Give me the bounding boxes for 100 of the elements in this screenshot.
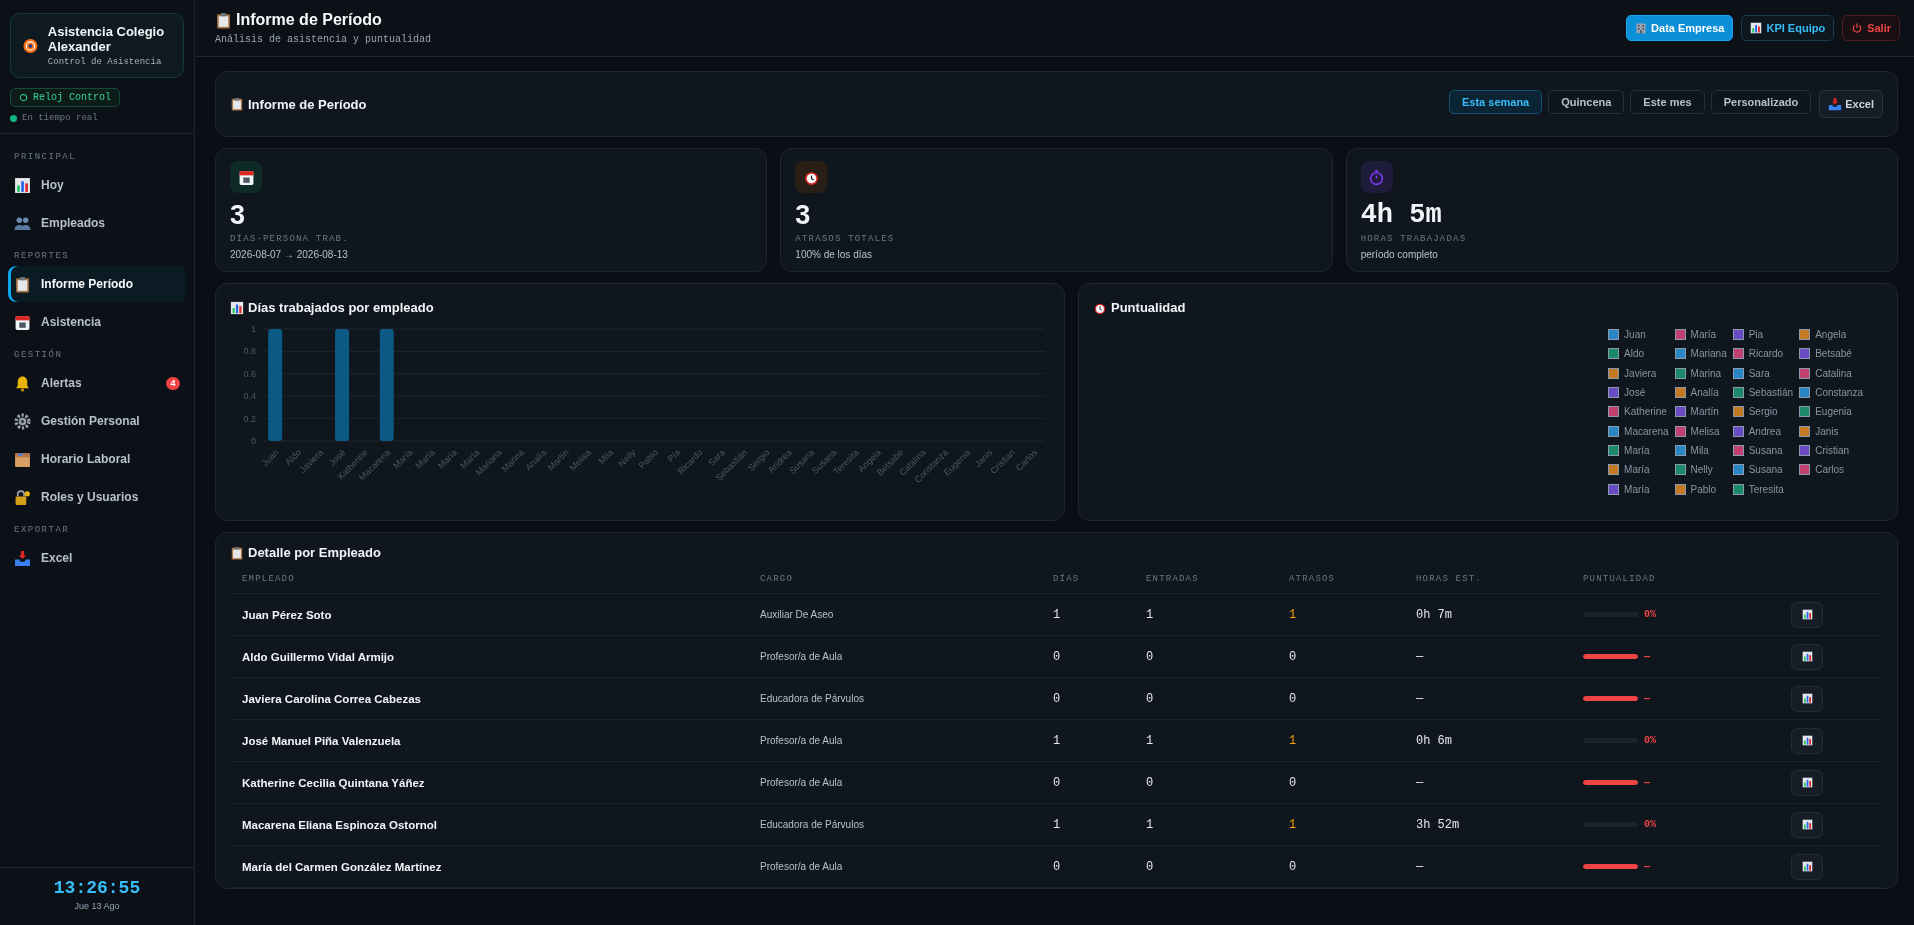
period-button[interactable]: Personalizado (1710, 90, 1812, 114)
live-status: En tiempo real (22, 113, 98, 123)
legend-label: Sara (1748, 367, 1770, 379)
nav-label: Alertas (41, 376, 83, 390)
nav-label: Roles y Usuarios (41, 490, 140, 504)
punctuality-value: — (1644, 861, 1650, 872)
column-header: DÍAS (1052, 573, 1081, 584)
period-button[interactable]: Esta semana (1448, 90, 1543, 114)
header-button[interactable]: KPI Equipo (1741, 15, 1835, 41)
legend-label: Susana (1748, 464, 1783, 476)
legend-label: Sergio (1748, 406, 1778, 418)
excel-button[interactable]: Excel (1819, 90, 1883, 118)
legend-label: María (1624, 464, 1650, 476)
punctuality-value: — (1644, 693, 1650, 704)
employee-name: Javiera Carolina Correa Cabezas (241, 692, 422, 705)
stat-value: 3 (795, 200, 812, 230)
punctuality-value: — (1644, 777, 1650, 788)
days-cell-text: 0 (1052, 649, 1062, 664)
legend-label: Carlos (1815, 464, 1845, 476)
hours-cell-text: 0h 6m (1415, 733, 1453, 748)
chart-button[interactable] (1791, 643, 1823, 670)
employee-role: Educadora de Párvulos (759, 693, 865, 704)
nav-item[interactable]: Informe Período (8, 266, 186, 302)
employee-name: José Manuel Piña Valenzuela (241, 734, 402, 747)
y-tick-label: 0.4 (243, 391, 256, 402)
bar-chart-icon (14, 176, 31, 194)
clock-date: Jue 13 Ago (74, 901, 120, 911)
inbox-tray-icon (14, 549, 31, 567)
nav-label: Asistencia (41, 315, 103, 329)
legend-label: Janis (1815, 425, 1839, 437)
hours-cell-text: 0h 7m (1415, 607, 1453, 622)
nav-item[interactable]: Alertas 4 (8, 365, 186, 401)
nav-item[interactable]: Excel (8, 540, 186, 576)
box-icon (14, 450, 31, 468)
y-tick-label: 0.6 (243, 368, 256, 379)
column-header: ENTRADAS (1145, 573, 1200, 584)
legend-label: Andrea (1748, 425, 1781, 437)
nav-item[interactable]: Hoy (8, 167, 186, 203)
chart-button[interactable] (1791, 853, 1823, 880)
legend-label: Analía (1690, 387, 1719, 399)
clock-badge-label: Reloj Control (33, 92, 111, 103)
bar-chart-icon (1801, 609, 1813, 620)
period-button[interactable]: Quincena (1548, 90, 1625, 114)
header-button[interactable]: Salir (1842, 15, 1900, 41)
section-title: REPORTES (13, 250, 71, 263)
stat-label: HORAS TRABAJADAS (1360, 234, 1468, 244)
column-header: HORAS EST. (1415, 573, 1483, 584)
late-cell-text: 0 (1288, 775, 1298, 790)
nav-item[interactable]: Horario Laboral (8, 441, 186, 477)
legend-label: Eugenia (1815, 406, 1852, 418)
nav-item[interactable]: Roles y Usuarios (8, 479, 186, 515)
bar-chart-icon (1801, 735, 1813, 746)
chart-button[interactable] (1791, 601, 1823, 628)
legend-label: Marina (1690, 367, 1722, 379)
hours-cell-text: — (1415, 649, 1425, 664)
y-tick-label: 0.2 (243, 413, 256, 424)
column-header: ATRASOS (1288, 573, 1337, 584)
column-header: CARGO (759, 573, 794, 584)
legend-label: Melisa (1690, 425, 1720, 437)
stat-note: 100% de los días (795, 249, 874, 260)
header-button[interactable]: Data Empresa (1626, 15, 1734, 41)
employee-role: Profesor/a de Aula (759, 735, 844, 746)
nav-item[interactable]: Gestión Personal (8, 403, 186, 439)
legend-label: María (1624, 444, 1650, 456)
days-cell-text: 0 (1052, 775, 1062, 790)
days-cell-text: 0 (1052, 859, 1062, 874)
column-header: PUNTUALIDAD (1582, 573, 1657, 584)
chart-button[interactable] (1791, 727, 1823, 754)
employee-name: Katherine Cecilia Quintana Yáñez (241, 776, 426, 789)
chart-button[interactable] (1791, 685, 1823, 712)
period-button[interactable]: Este mes (1630, 90, 1705, 114)
chart-button[interactable] (1791, 811, 1823, 838)
card-title: Informe de Período (248, 96, 367, 112)
brand-subtitle: Control de Asistencia (47, 57, 163, 67)
legend-label: Pablo (1690, 483, 1717, 495)
legend-label: Ricardo (1748, 348, 1784, 360)
chart-button[interactable] (1791, 769, 1823, 796)
legend-label: Pia (1748, 329, 1764, 341)
legend-label: María (1624, 483, 1650, 495)
employee-role: Auxiliar De Aseo (759, 609, 835, 620)
nav-item[interactable]: Asistencia (8, 304, 186, 340)
legend-label: Cristian (1815, 444, 1850, 456)
employee-name: Macarena Eliana Espinoza Ostornol (241, 818, 438, 831)
nav-item[interactable]: Empleados (8, 205, 186, 241)
entries-cell-text: 0 (1145, 775, 1155, 790)
punctuality-value: 0% (1644, 609, 1656, 620)
stat-value: 4h 5m (1360, 200, 1443, 230)
section-title: GESTIÓN (13, 348, 64, 362)
legend-label: Nelly (1690, 464, 1713, 476)
late-cell-text: 0 (1288, 649, 1298, 664)
legend-label: Catalina (1815, 367, 1852, 379)
days-cell-text: 1 (1052, 607, 1062, 622)
y-tick-label: 0 (251, 436, 256, 446)
employee-role: Educadora de Párvulos (759, 819, 865, 830)
page-title: Informe de Período (236, 11, 382, 29)
page-subtitle: Análisis de asistencia y puntualidad (215, 34, 432, 45)
punctuality-value: — (1644, 651, 1650, 662)
legend-label: Juan (1624, 329, 1646, 341)
column-header: EMPLEADO (241, 573, 296, 584)
clock-time: 13:26:55 (53, 878, 141, 898)
